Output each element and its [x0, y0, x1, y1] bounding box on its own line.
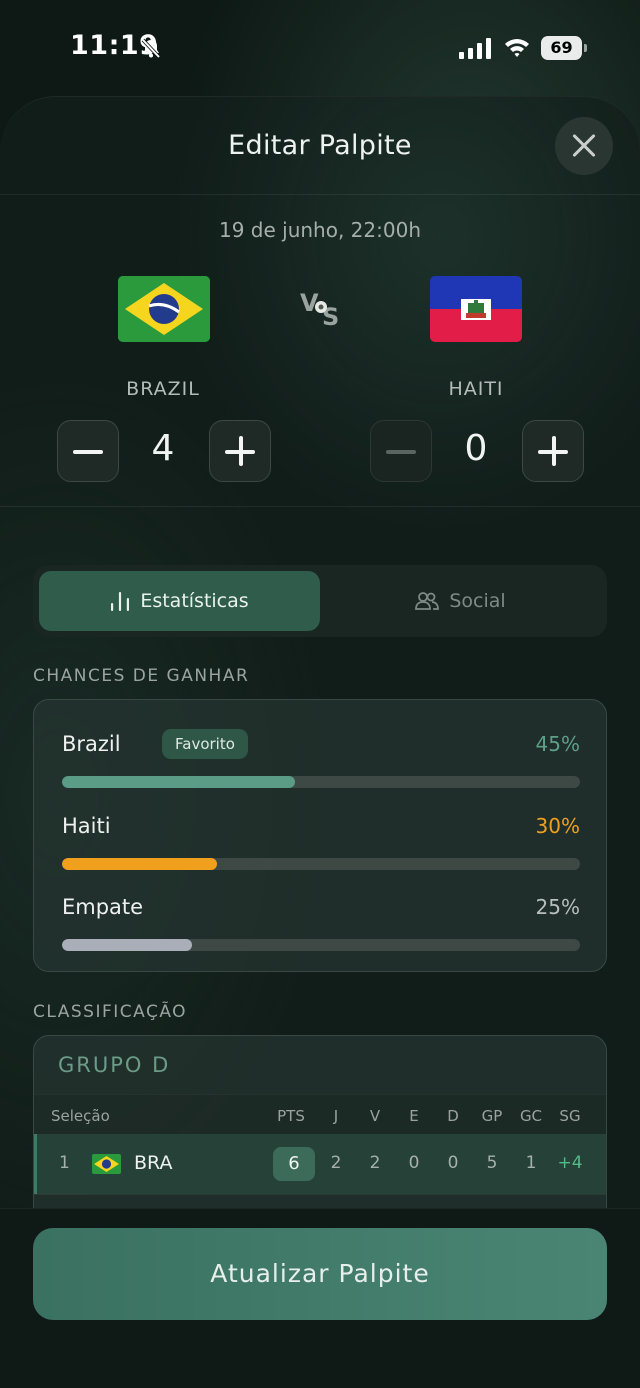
team-points: 6 — [273, 1147, 315, 1181]
col-header-pts: PTS — [277, 1107, 305, 1125]
minus-icon — [386, 449, 416, 454]
chance-team-name: Haiti — [62, 814, 111, 838]
home-team-name: BRAZIL — [126, 378, 200, 400]
col-header-d: D — [447, 1107, 459, 1125]
col-header-team: Seleção — [51, 1107, 110, 1125]
cellular-signal-icon — [459, 38, 491, 59]
brazil-flag — [118, 276, 210, 342]
team-draws: 0 — [408, 1153, 420, 1173]
chance-team-name: Empate — [62, 895, 144, 919]
update-prediction-button[interactable]: Atualizar Palpite — [33, 1228, 607, 1320]
home-decrement-button[interactable] — [57, 420, 119, 482]
haiti-flag — [430, 276, 522, 342]
chance-bar-track — [62, 939, 580, 951]
battery-icon: 69 — [541, 36, 587, 60]
wifi-icon — [505, 39, 529, 57]
away-increment-button[interactable] — [522, 420, 584, 482]
team-code: BRA — [134, 1152, 173, 1174]
col-header-sg: SG — [559, 1107, 581, 1125]
away-team-name: HAITI — [448, 378, 504, 400]
table-row[interactable]: 1 BRA 6 2 2 0 0 5 1 +4 — [34, 1134, 606, 1194]
chance-bar-fill — [62, 776, 296, 788]
match-date: 19 de junho, 22:00h — [218, 218, 421, 242]
chances-card: Brazil Favorito 45% Haiti 30% Empate 25% — [33, 699, 607, 972]
favorite-badge: Favorito — [162, 729, 248, 759]
chance-percent: 30% — [535, 814, 580, 838]
chance-percent: 25% — [535, 895, 580, 919]
status-bar: 11:19 69 — [0, 0, 640, 96]
users-icon — [415, 592, 440, 610]
team-goals-for: 5 — [486, 1153, 498, 1173]
close-button[interactable] — [555, 117, 613, 175]
classification-section-label: CLASSIFICAÇÃO — [33, 1002, 188, 1022]
col-header-gp: GP — [481, 1107, 503, 1125]
standings-header-row: Seleção PTS J V E D GP GC SG — [34, 1094, 606, 1134]
team-played: 2 — [330, 1153, 342, 1173]
col-header-v: V — [369, 1107, 381, 1125]
away-decrement-button[interactable] — [370, 420, 432, 482]
tab-statistics-label: Estatísticas — [140, 590, 249, 612]
team-losses: 0 — [447, 1153, 459, 1173]
team-goals-against: 1 — [525, 1153, 537, 1173]
score-divider — [0, 506, 640, 507]
row-divider — [34, 1194, 606, 1195]
chance-bar-track — [62, 858, 580, 870]
sheet-title: Editar Palpite — [228, 130, 412, 161]
chance-bar-fill — [62, 939, 192, 951]
home-increment-button[interactable] — [209, 420, 271, 482]
bell-muted-icon — [141, 38, 161, 59]
away-score: 0 — [464, 428, 488, 469]
col-header-e: E — [409, 1107, 419, 1125]
battery-level: 69 — [541, 36, 582, 60]
home-score: 4 — [151, 428, 175, 469]
bar-chart-icon — [111, 592, 130, 611]
group-title: GRUPO D — [58, 1053, 171, 1077]
col-header-j: J — [333, 1107, 339, 1125]
tab-social[interactable]: Social — [320, 571, 601, 631]
team-position: 1 — [59, 1153, 70, 1173]
team-goal-difference: +4 — [557, 1153, 583, 1173]
group-standings-card: GRUPO D Seleção PTS J V E D GP GC SG 1 B… — [33, 1035, 607, 1235]
chance-bar-track — [62, 776, 580, 788]
minus-icon — [73, 449, 103, 454]
brazil-flag — [92, 1154, 121, 1174]
header-divider — [0, 194, 640, 195]
stats-tabs: Estatísticas Social — [33, 565, 607, 637]
chances-section-label: CHANCES DE GANHAR — [33, 666, 250, 686]
tab-social-label: Social — [449, 590, 506, 612]
chance-bar-fill — [62, 858, 218, 870]
chance-team-name: Brazil — [62, 732, 121, 756]
team-wins: 2 — [369, 1153, 381, 1173]
tab-statistics[interactable]: Estatísticas — [39, 571, 320, 631]
chance-percent: 45% — [535, 732, 580, 756]
col-header-gc: GC — [519, 1107, 543, 1125]
versus-icon: VS — [300, 289, 340, 331]
